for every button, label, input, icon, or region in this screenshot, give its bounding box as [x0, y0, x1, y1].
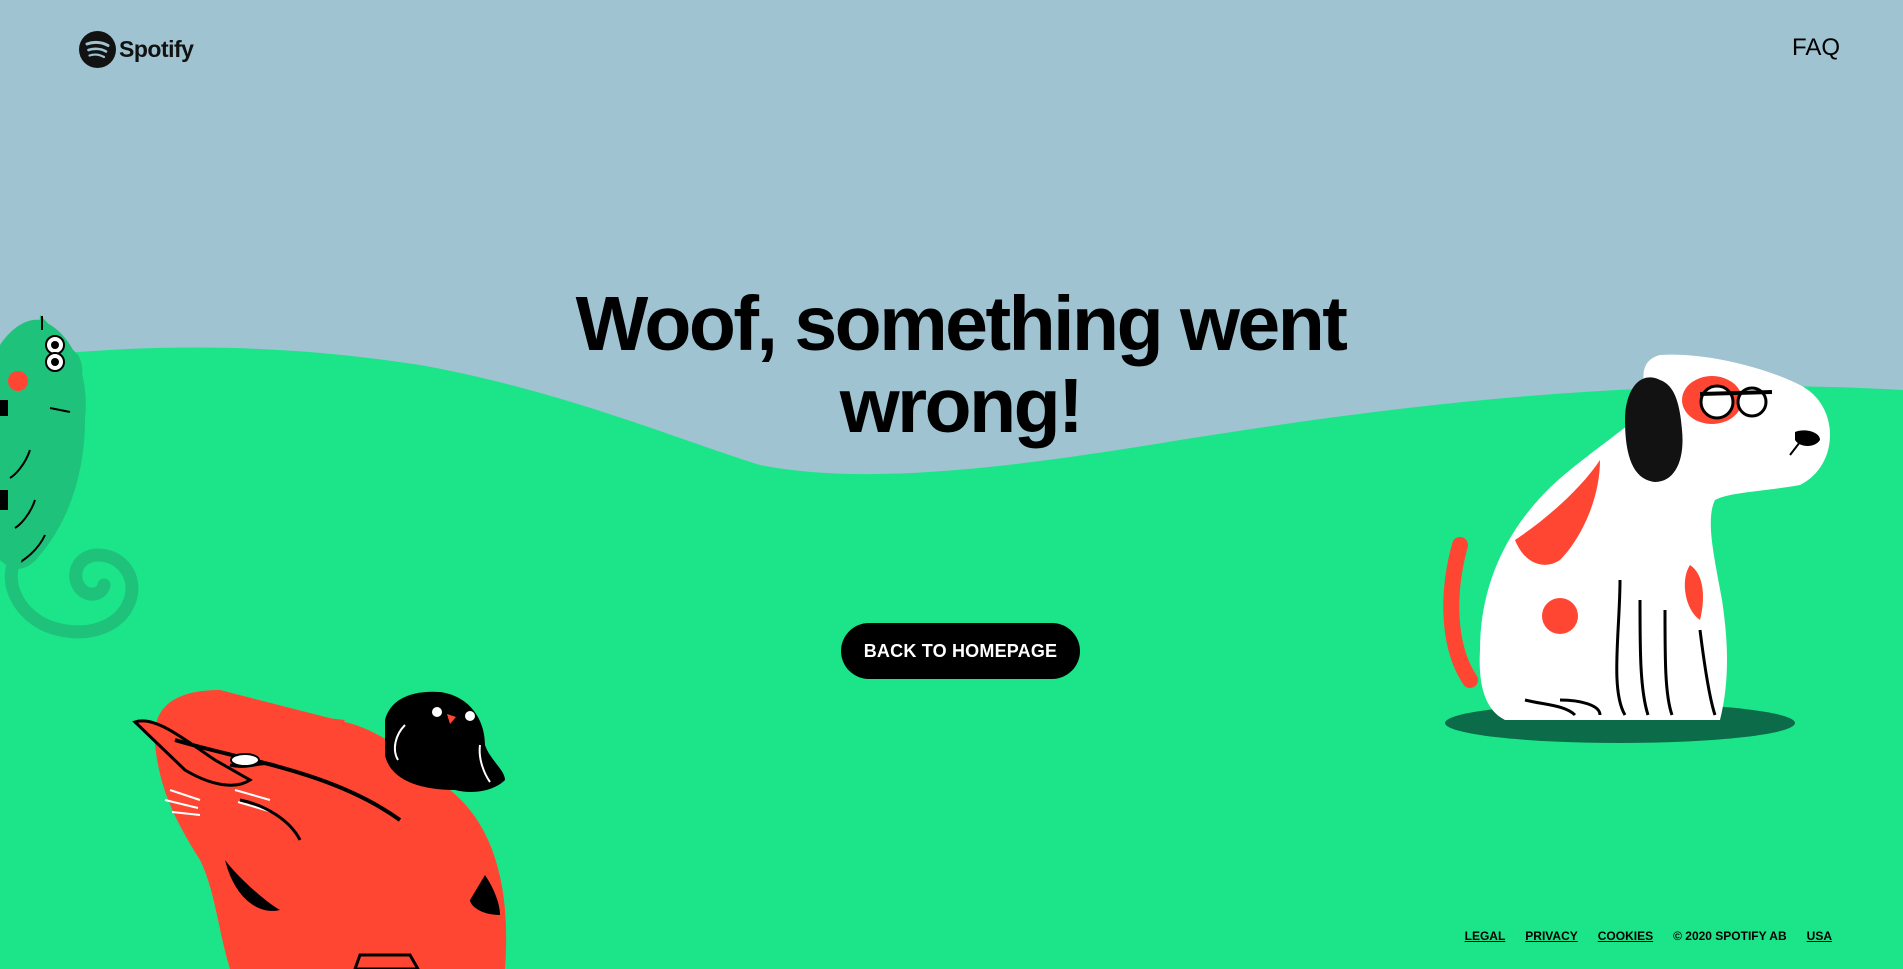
background-illustration [0, 315, 1903, 969]
faq-link[interactable]: FAQ [1792, 34, 1840, 62]
site-header: Spotify FAQ [0, 0, 1903, 100]
back-to-homepage-button[interactable]: BACK TO HOMEPAGE [841, 623, 1080, 679]
footer-country-link[interactable]: USA [1807, 929, 1832, 943]
footer-privacy-link[interactable]: PRIVACY [1525, 929, 1577, 943]
error-headline: Woof, something went wrong! [0, 283, 1903, 447]
headline-line-2: wrong! [839, 363, 1084, 449]
headline-line-1: Woof, something went [575, 281, 1348, 367]
footer-cookies-link[interactable]: COOKIES [1598, 929, 1653, 943]
site-footer: LEGAL PRIVACY COOKIES © 2020 SPOTIFY AB … [1465, 929, 1832, 943]
footer-copyright: © 2020 SPOTIFY AB [1673, 929, 1787, 943]
footer-legal-link[interactable]: LEGAL [1465, 929, 1506, 943]
spotify-wordmark: Spotify [119, 36, 194, 62]
spotify-logo-icon [79, 31, 116, 68]
spotify-logo-link[interactable]: Spotify [79, 31, 194, 68]
